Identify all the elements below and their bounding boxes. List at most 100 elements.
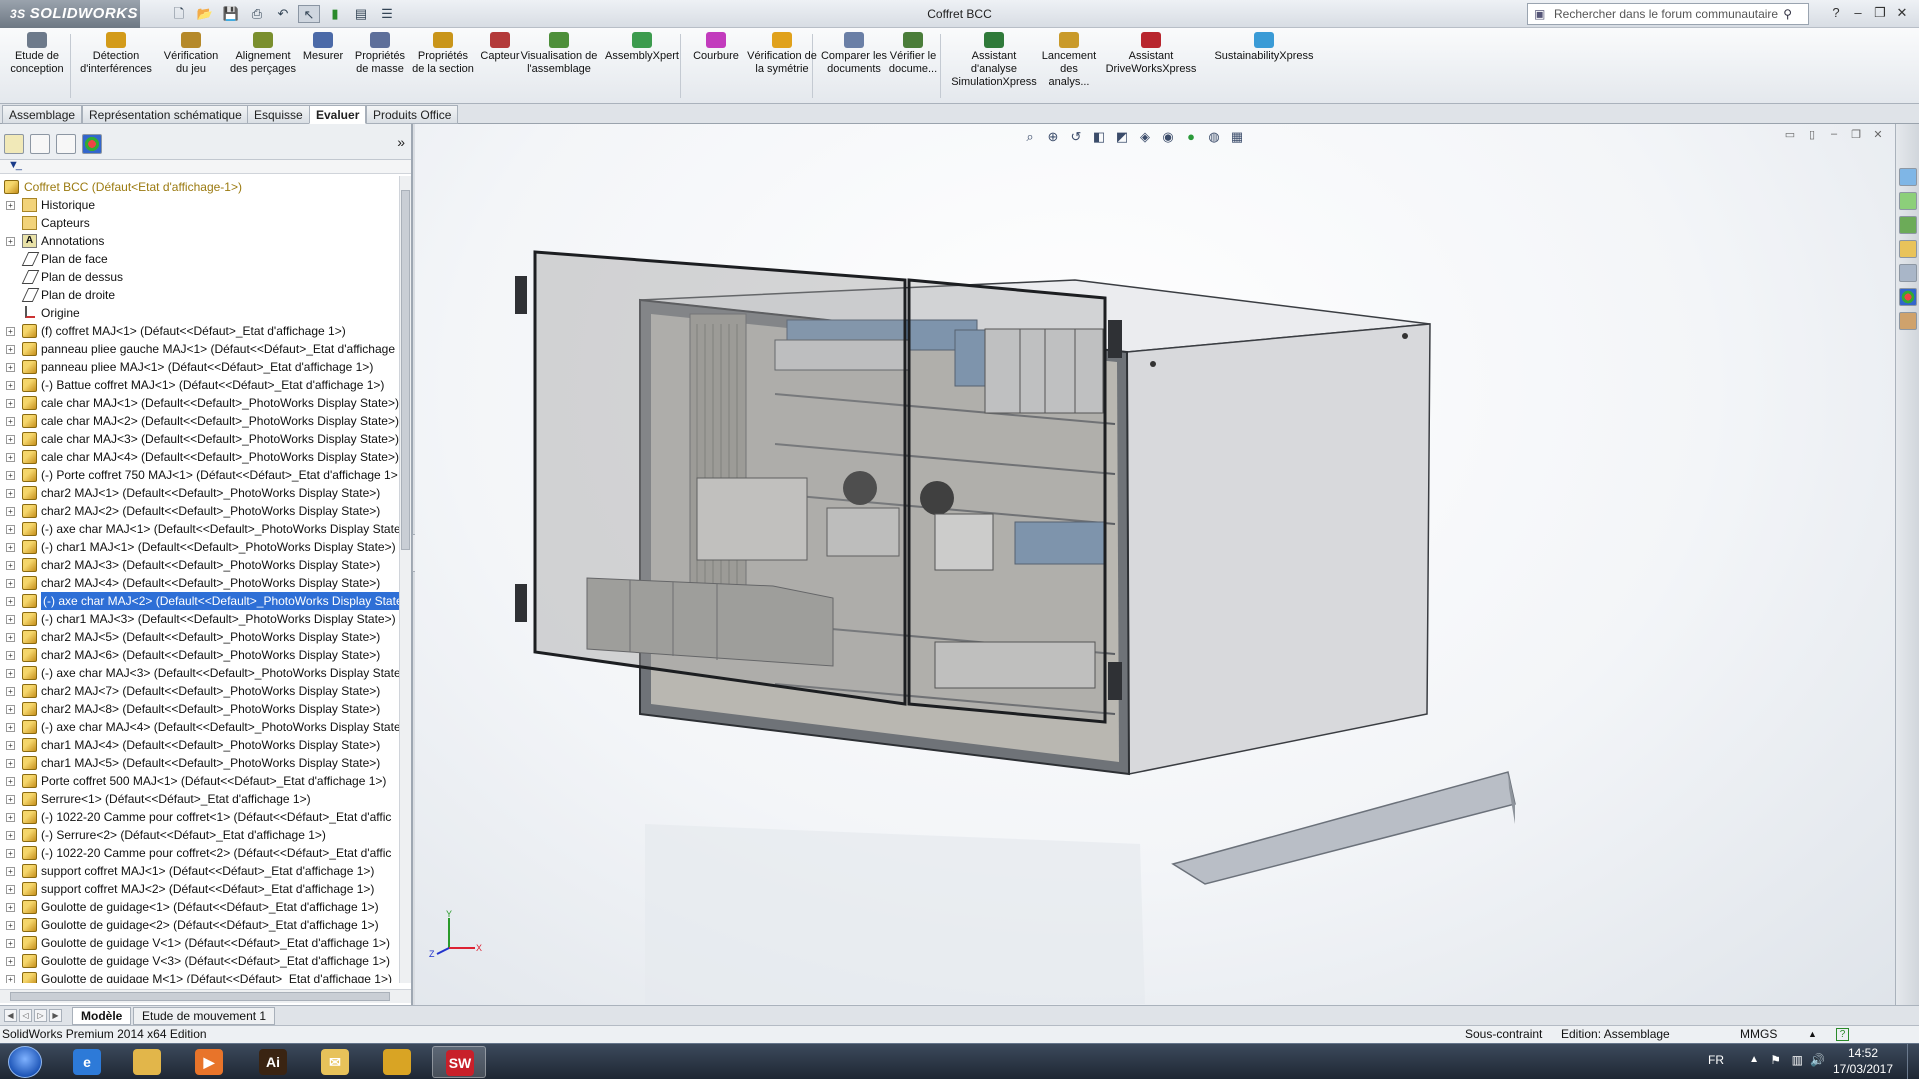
tree-item[interactable]: Plan de droite [0, 286, 400, 304]
tree-root-assembly[interactable]: Coffret BCC (Défaut<Etat d'affichage-1>) [0, 178, 400, 196]
expand-toggle-icon[interactable]: + [6, 705, 15, 714]
expand-toggle-icon[interactable]: + [6, 741, 15, 750]
close-icon[interactable]: ✕ [1891, 4, 1913, 22]
graphics-area[interactable]: ⌕ ⊕ ↺ ◧ ◩ ◈ ◉ ● ◍ ▦ ▭ ▯ – ❐ ✕ Y X Z [415, 124, 1895, 1005]
tree-item[interactable]: + (-) char1 MAJ<1> (Default<<Default>_Pho… [0, 538, 400, 556]
first-tab-icon[interactable]: ◀ [4, 1009, 17, 1022]
ribbon-button-check-document[interactable]: Vérifier le docume... [880, 32, 946, 76]
tree-item[interactable]: Plan de dessus [0, 268, 400, 286]
expand-toggle-icon[interactable]: + [6, 975, 15, 983]
network-icon[interactable]: ▥ [1792, 1053, 1803, 1067]
expand-toggle-icon[interactable]: + [6, 345, 15, 354]
options-icon[interactable]: ☰ [376, 5, 398, 23]
show-hidden-icons-icon[interactable]: ▲ [1749, 1054, 1759, 1065]
help-icon[interactable]: ? [1825, 4, 1847, 22]
tree-item[interactable]: + char2 MAJ<6> (Default<<Default>_PhotoWo… [0, 646, 400, 664]
new-document-icon[interactable]: 🗋 [168, 5, 190, 23]
right-glass-door[interactable] [907, 278, 1107, 724]
expand-toggle-icon[interactable]: + [6, 633, 15, 642]
tree-item[interactable]: + (-) axe char MAJ<2> (Default<<Default>_… [0, 592, 400, 610]
tree-item[interactable]: + char2 MAJ<3> (Default<<Default>_PhotoWo… [0, 556, 400, 574]
tree-filter-bar[interactable]: ▼̲ [0, 159, 411, 174]
tree-item[interactable]: + char1 MAJ<5> (Default<<Default>_PhotoWo… [0, 754, 400, 772]
ribbon-button-curvature[interactable]: Courbure [688, 32, 744, 63]
expand-toggle-icon[interactable]: + [6, 399, 15, 408]
expand-toggle-icon[interactable]: + [6, 813, 15, 822]
ribbon-button-clearance[interactable]: Vérification du jeu [158, 32, 224, 76]
tree-item[interactable]: + (-) 1022-20 Camme pour coffret<1> (Défa… [0, 808, 400, 826]
expand-toggle-icon[interactable]: + [6, 957, 15, 966]
expand-toggle-icon[interactable]: + [6, 471, 15, 480]
expand-toggle-icon[interactable]: + [6, 579, 15, 588]
tree-item[interactable]: + Serrure<1> (Défaut<<Défaut>_Etat d'affi… [0, 790, 400, 808]
tree-item[interactable]: + Goulotte de guidage<2> (Défaut<<Défaut>… [0, 916, 400, 934]
expand-toggle-icon[interactable]: + [6, 561, 15, 570]
tree-item[interactable]: + support coffret MAJ<2> (Défaut<<Défaut>… [0, 880, 400, 898]
custom-properties-icon[interactable] [1899, 312, 1917, 330]
displaymanager-tab-icon[interactable] [82, 134, 102, 154]
tree-item[interactable]: + cale char MAJ<3> (Default<<Default>_Pho… [0, 430, 400, 448]
expand-toggle-icon[interactable]: + [6, 507, 15, 516]
expand-toggle-icon[interactable]: + [6, 669, 15, 678]
tree-item[interactable]: Capteurs [0, 214, 400, 232]
tree-item[interactable]: Plan de face [0, 250, 400, 268]
ribbon-button-mass-properties[interactable]: Propriétés de masse [350, 32, 410, 76]
tree-item[interactable]: + (-) axe char MAJ<1> (Default<<Default>_… [0, 520, 400, 538]
next-tab-icon[interactable]: ▷ [34, 1009, 47, 1022]
scrollbar-thumb[interactable] [10, 992, 390, 1001]
expand-toggle-icon[interactable]: + [6, 381, 15, 390]
select-pointer-icon[interactable]: ↖ [298, 5, 320, 23]
mounting-rail[interactable] [1171, 771, 1516, 885]
ribbon-button-floxpress[interactable]: Lancement des analys... [1040, 32, 1098, 89]
expand-toggle-icon[interactable]: + [6, 777, 15, 786]
expand-toggle-icon[interactable]: + [6, 237, 15, 246]
filter-icon[interactable]: ▼̲ [8, 159, 19, 171]
action-center-icon[interactable]: ⚑ [1770, 1053, 1781, 1067]
enclosure-3d-model[interactable] [415, 124, 1895, 1005]
scrollbar-thumb[interactable] [401, 190, 410, 550]
unit-system[interactable]: MMGS [1740, 1026, 1777, 1043]
taskbar-app[interactable]: Ai [246, 1046, 300, 1078]
clock-time[interactable]: 14:52 [1831, 1046, 1895, 1060]
clock-date[interactable]: 17/03/2017 [1831, 1062, 1895, 1076]
tree-item[interactable]: + (f) coffret MAJ<1> (Défaut<<Défaut>_Eta… [0, 322, 400, 340]
tree-item[interactable]: + (-) Battue coffret MAJ<1> (Défaut<<Défa… [0, 376, 400, 394]
tree-item[interactable]: + (-) axe char MAJ<4> (Default<<Default>_… [0, 718, 400, 736]
propertymanager-tab-icon[interactable] [30, 134, 50, 154]
expand-toggle-icon[interactable]: + [6, 687, 15, 696]
ribbon-button-sustainability[interactable]: SustainabilityXpress [1204, 32, 1324, 63]
file-properties-icon[interactable]: ▤ [350, 5, 372, 23]
tree-item[interactable]: + Historique [0, 196, 400, 214]
expand-toggle-icon[interactable]: + [6, 453, 15, 462]
expand-toggle-icon[interactable]: + [6, 615, 15, 624]
expand-toggle-icon[interactable]: + [6, 651, 15, 660]
tree-item[interactable]: Origine [0, 304, 400, 322]
ribbon-button-design-study[interactable]: Etude de conception [4, 32, 70, 76]
expand-toggle-icon[interactable]: + [6, 525, 15, 534]
tree-item[interactable]: + Goulotte de guidage V<1> (Défaut<<Défau… [0, 934, 400, 952]
tree-item[interactable]: + char2 MAJ<2> (Default<<Default>_PhotoWo… [0, 502, 400, 520]
tree-item[interactable]: + (-) char1 MAJ<3> (Default<<Default>_Pho… [0, 610, 400, 628]
tab-motion-study[interactable]: Etude de mouvement 1 [133, 1007, 276, 1025]
solidworks-resources-icon[interactable] [1899, 168, 1917, 186]
featuremanager-tab-icon[interactable] [4, 134, 24, 154]
expand-toggle-icon[interactable]: + [6, 903, 15, 912]
help-status-icon[interactable]: ? [1836, 1028, 1849, 1041]
ribbon-button-interference[interactable]: Détection d'interférences [76, 32, 156, 76]
open-folder-icon[interactable]: 📂 [194, 5, 216, 23]
expand-toggle-icon[interactable]: + [6, 435, 15, 444]
last-tab-icon[interactable]: ▶ [49, 1009, 62, 1022]
tree-item[interactable]: + Goulotte de guidage V<3> (Défaut<<Défau… [0, 952, 400, 970]
tree-item[interactable]: + cale char MAJ<4> (Default<<Default>_Pho… [0, 448, 400, 466]
view-palette-icon[interactable] [1899, 240, 1917, 258]
unit-menu-icon[interactable]: ▲ [1808, 1026, 1817, 1043]
tree-vertical-scrollbar[interactable] [399, 176, 411, 983]
community-search-input[interactable]: ▣ Rechercher dans le forum communautaire… [1527, 3, 1809, 25]
ribbon-button-symmetry[interactable]: Vérification de la symétrie [744, 32, 820, 76]
ribbon-button-simulationxpress[interactable]: Assistant d'analyse SimulationXpress [948, 32, 1040, 89]
minimize-icon[interactable]: – [1847, 4, 1869, 22]
tree-item[interactable]: + (-) Porte coffret 750 MAJ<1> (Défaut<<D… [0, 466, 400, 484]
ribbon-button-driveworks[interactable]: Assistant DriveWorksXpress [1100, 32, 1202, 76]
expand-toggle-icon[interactable]: + [6, 417, 15, 426]
solidworks-logo[interactable]: 3S SOLIDWORKS [0, 0, 140, 28]
